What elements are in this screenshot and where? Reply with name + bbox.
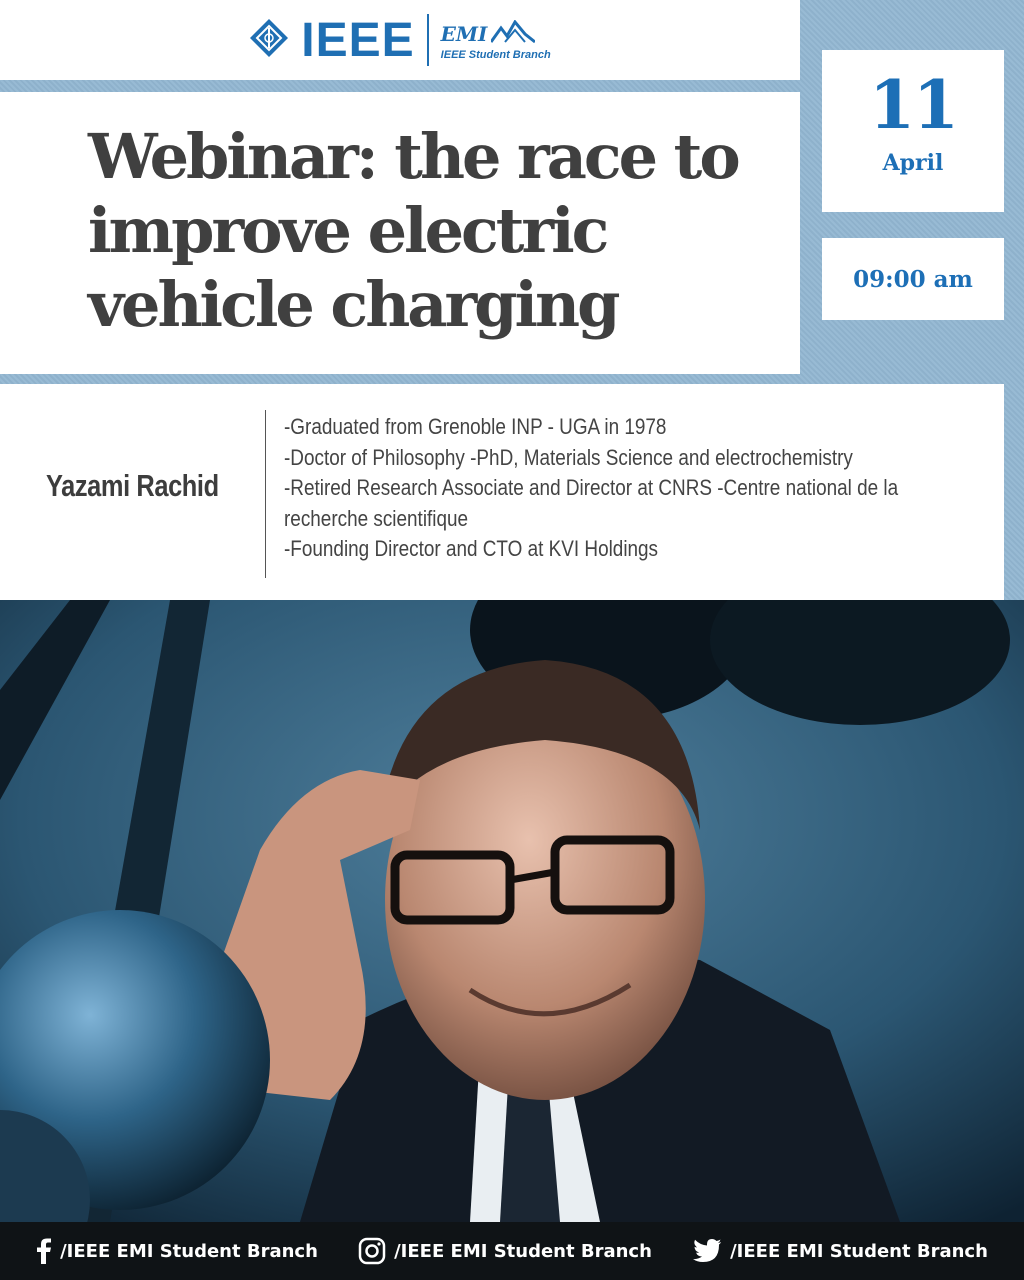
title-panel: Webinar: the race to improve electric ve… [0,92,800,374]
webinar-title: Webinar: the race to improve electric ve… [88,120,741,341]
instagram-link[interactable]: /IEEE EMI Student Branch [358,1237,652,1265]
date-card: 11 April [822,50,1004,212]
speaker-name: Yazami Rachid [46,468,219,503]
bio-item: -Retired Research Associate and Director… [284,475,899,531]
logo-bar: IEEE EMI IEEE Student Branch [0,0,800,80]
event-day: 11 [869,66,959,144]
time-card: 09:00 am [822,238,1004,320]
speaker-bio-panel: Yazami Rachid -Graduated from Grenoble I… [0,384,1004,600]
bio-divider [265,410,266,578]
instagram-handle: /IEEE EMI Student Branch [394,1240,652,1262]
facebook-link[interactable]: /IEEE EMI Student Branch [36,1238,318,1264]
bio-item: -Doctor of Philosophy -PhD, Materials Sc… [284,444,853,470]
ieee-diamond-icon [249,18,289,62]
bio-item: -Founding Director and CTO at KVI Holdin… [284,536,659,561]
emi-mountain-icon [490,18,537,49]
speaker-photo [0,600,1024,1222]
facebook-icon [36,1238,52,1264]
twitter-icon [692,1239,722,1263]
emi-logo: EMI IEEE Student Branch [440,18,551,61]
event-month: April [882,150,944,176]
event-time: 09:00 am [853,265,973,293]
emi-logo-text: EMI [440,22,488,46]
instagram-icon [358,1237,386,1265]
branch-name: IEEE Student Branch [440,48,551,61]
social-footer: /IEEE EMI Student Branch /IEEE EMI Stude… [0,1222,1024,1280]
facebook-handle: /IEEE EMI Student Branch [60,1240,318,1262]
bio-list: -Graduated from Grenoble INP - UGA in 19… [284,412,984,565]
twitter-link[interactable]: /IEEE EMI Student Branch [692,1239,988,1263]
ieee-logo-text: IEEE [301,13,415,67]
twitter-handle: /IEEE EMI Student Branch [730,1240,988,1262]
bio-item: -Graduated from Grenoble INP - UGA in 19… [284,414,667,439]
logo-divider [426,14,429,66]
